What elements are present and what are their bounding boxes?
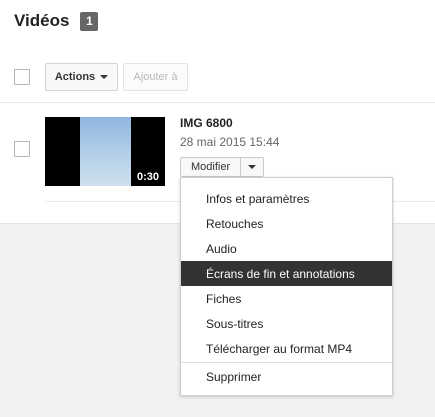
- menu-divider: [181, 362, 392, 363]
- edit-dropdown-menu: Infos et paramètres Retouches Audio Écra…: [180, 177, 393, 396]
- edit-button[interactable]: Modifier: [180, 157, 242, 177]
- video-duration: 0:30: [134, 171, 161, 183]
- caret-down-icon: [248, 165, 257, 169]
- actions-button[interactable]: Actions: [45, 63, 118, 91]
- menu-item-audio[interactable]: Audio: [181, 236, 392, 261]
- menu-item-label: Audio: [206, 241, 237, 256]
- menu-item-label: Fiches: [206, 291, 242, 306]
- menu-item-label: Sous-titres: [206, 316, 264, 331]
- video-date: 28 mai 2015 15:44: [180, 135, 280, 149]
- select-all-checkbox[interactable]: [14, 69, 30, 85]
- menu-item-end-screens[interactable]: Écrans de fin et annotations: [181, 261, 392, 286]
- video-title[interactable]: IMG 6800: [180, 116, 233, 130]
- menu-item-cards[interactable]: Fiches: [181, 286, 392, 311]
- menu-item-info-settings[interactable]: Infos et paramètres: [181, 186, 392, 211]
- caret-down-icon: [100, 75, 109, 79]
- video-thumbnail[interactable]: 0:30: [45, 117, 165, 186]
- video-select-checkbox[interactable]: [14, 141, 30, 157]
- menu-item-delete[interactable]: Supprimer: [181, 364, 392, 389]
- menu-item-enhancements[interactable]: Retouches: [181, 211, 392, 236]
- menu-item-label: Écrans de fin et annotations: [206, 266, 355, 281]
- page-title: Vidéos: [14, 11, 70, 30]
- thumbnail-image: [80, 117, 131, 186]
- menu-item-label: Retouches: [206, 216, 264, 231]
- menu-item-label: Télécharger au format MP4: [206, 341, 353, 356]
- menu-item-label: Supprimer: [206, 369, 262, 384]
- menu-item-download-mp4[interactable]: Télécharger au format MP4: [181, 336, 392, 361]
- video-count-badge: 1: [80, 11, 99, 31]
- page-header: Vidéos 1: [14, 10, 99, 32]
- edit-label: Modifier: [191, 161, 231, 173]
- menu-item-subtitles[interactable]: Sous-titres: [181, 311, 392, 336]
- actions-label: Actions: [54, 71, 96, 83]
- toolbar: Actions Ajouter à: [0, 62, 435, 92]
- edit-menu-toggle[interactable]: [241, 157, 265, 177]
- menu-item-label: Infos et paramètres: [206, 191, 310, 206]
- edit-split-button: Modifier: [180, 157, 265, 177]
- add-to-label: Ajouter à: [133, 71, 178, 83]
- add-to-button[interactable]: Ajouter à: [123, 63, 188, 91]
